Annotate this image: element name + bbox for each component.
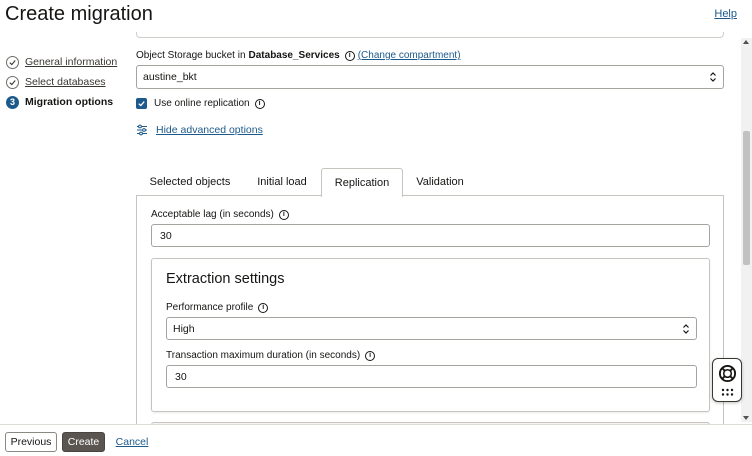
performance-profile-select[interactable]: High xyxy=(166,317,697,340)
chevron-up-down-icon xyxy=(710,72,716,82)
info-icon[interactable]: i xyxy=(344,50,355,61)
online-replication-row[interactable]: Use online replication i xyxy=(136,98,265,109)
page-header: Create migration Help xyxy=(0,0,752,32)
scrollbar-thumb[interactable] xyxy=(743,131,750,265)
change-compartment-link[interactable]: (Change compartment) xyxy=(358,50,461,61)
performance-profile-label: Performance profile i xyxy=(166,302,269,313)
step-label: Migration options xyxy=(25,96,114,108)
extraction-settings-title: Extraction settings xyxy=(166,271,285,287)
info-icon[interactable]: i xyxy=(365,350,376,361)
step-select-databases[interactable]: Select databases xyxy=(6,72,128,92)
step-number-badge: 3 xyxy=(6,95,19,109)
check-circle-icon xyxy=(6,75,19,89)
acceptable-lag-label: Acceptable lag (in seconds) i xyxy=(151,209,289,220)
transaction-duration-input[interactable]: 30 xyxy=(166,365,697,388)
check-icon xyxy=(138,101,145,107)
online-replication-label: Use online replication xyxy=(154,98,250,109)
info-icon[interactable]: i xyxy=(258,302,269,313)
bucket-select[interactable]: austine_bkt xyxy=(136,65,724,89)
tab-selected-objects[interactable]: Selected objects xyxy=(136,168,244,196)
performance-profile-value: High xyxy=(173,322,195,335)
acceptable-lag-label-text: Acceptable lag (in seconds) xyxy=(151,209,274,220)
scroll-up-arrow-icon[interactable] xyxy=(743,40,749,44)
page-title: Create migration xyxy=(5,3,153,25)
tab-initial-load[interactable]: Initial load xyxy=(244,168,320,196)
bucket-label-prefix: Object Storage bucket in xyxy=(136,50,246,61)
chevron-up-down-icon xyxy=(683,323,689,334)
dots-grid-icon xyxy=(721,388,734,396)
step-general-information[interactable]: General information xyxy=(6,52,128,72)
help-link[interactable]: Help xyxy=(714,8,737,20)
transaction-duration-label-text: Transaction maximum duration (in seconds… xyxy=(166,350,361,361)
step-label[interactable]: Select databases xyxy=(25,76,106,88)
compartment-name: Database_Services xyxy=(248,50,340,61)
info-icon[interactable]: i xyxy=(254,98,265,109)
tab-validation[interactable]: Validation xyxy=(404,168,476,196)
bucket-select-value: austine_bkt xyxy=(143,71,197,83)
acceptable-lag-input[interactable]: 30 xyxy=(151,224,710,247)
step-migration-options: 3 Migration options xyxy=(6,92,128,112)
wizard-steps: General information Select databases 3 M… xyxy=(6,52,128,112)
tab-replication[interactable]: Replication xyxy=(321,168,403,197)
previous-button[interactable]: Previous xyxy=(5,432,57,452)
lifebuoy-icon xyxy=(718,364,737,383)
info-icon[interactable]: i xyxy=(278,209,289,220)
bucket-field-label: Object Storage bucket in Database_Servic… xyxy=(136,50,461,61)
previous-section-edge xyxy=(136,32,724,38)
hide-advanced-options-link[interactable]: Hide advanced options xyxy=(156,124,263,136)
wizard-footer: Previous Create Cancel xyxy=(0,424,752,456)
create-migration-page: Create migration Help General informatio… xyxy=(0,0,752,456)
transaction-duration-label: Transaction maximum duration (in seconds… xyxy=(166,350,376,361)
extraction-settings-card: Extraction settings Performance profile … xyxy=(151,258,710,412)
migration-options-form: Object Storage bucket in Database_Servic… xyxy=(136,32,740,424)
scroll-down-arrow-icon[interactable] xyxy=(743,416,749,420)
cancel-link[interactable]: Cancel xyxy=(112,432,152,452)
page-scrollbar[interactable] xyxy=(741,38,752,422)
step-label[interactable]: General information xyxy=(25,56,117,68)
advanced-options-tabs: Selected objects Initial load Replicatio… xyxy=(136,168,724,197)
online-replication-checkbox[interactable] xyxy=(136,98,147,109)
performance-profile-label-text: Performance profile xyxy=(166,302,254,313)
replication-panel: Acceptable lag (in seconds) i 30 Extract… xyxy=(136,195,724,424)
sliders-icon xyxy=(137,124,147,136)
create-button[interactable]: Create xyxy=(62,432,105,452)
advanced-options-toggle[interactable]: Hide advanced options xyxy=(136,124,263,136)
help-center-widget[interactable] xyxy=(712,358,742,402)
check-circle-icon xyxy=(6,55,19,69)
